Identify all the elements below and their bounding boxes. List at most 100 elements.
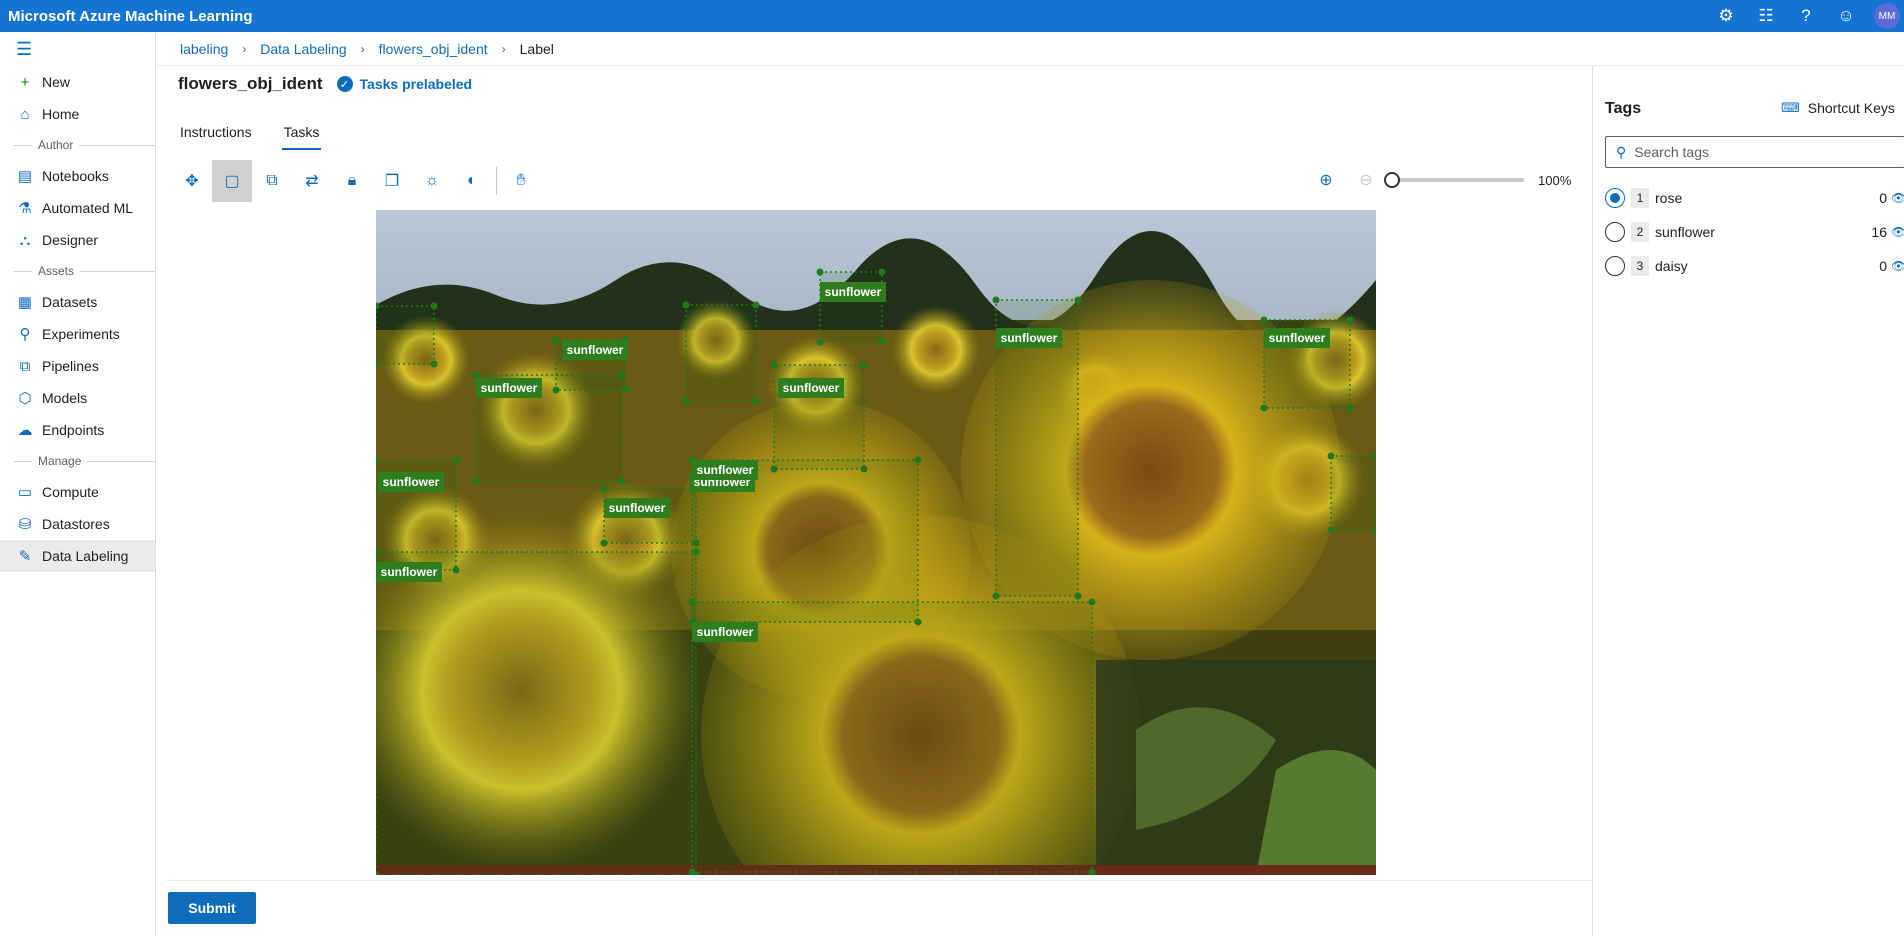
box-handle[interactable] [816, 268, 824, 276]
sidebar-item-endpoints[interactable]: ☁ Endpoints [0, 414, 155, 446]
box-handle[interactable] [860, 361, 868, 369]
box-handle[interactable] [600, 484, 608, 492]
zoom-slider-thumb[interactable] [1384, 172, 1400, 188]
box-handle[interactable] [1260, 316, 1268, 324]
bounding-box[interactable] [685, 304, 757, 402]
box-handle[interactable] [752, 301, 760, 309]
lock-icon[interactable]: 🔒︎ [332, 160, 372, 202]
box-handle[interactable] [1074, 296, 1082, 304]
box-handle[interactable] [552, 386, 560, 394]
tag-row-daisy[interactable]: 3 daisy 0 👁︎ [1605, 252, 1904, 280]
bounding-box[interactable] [691, 601, 1093, 873]
box-handle[interactable] [878, 268, 886, 276]
box-handle[interactable] [472, 371, 480, 379]
brightness-icon[interactable]: ☼ [412, 160, 452, 202]
box-handle[interactable] [1260, 404, 1268, 412]
avatar[interactable]: MM [1874, 3, 1900, 29]
box-handle[interactable] [452, 456, 460, 464]
box-handle[interactable] [552, 336, 560, 344]
sidebar-item-datastores[interactable]: ⛁ Datastores [0, 508, 155, 540]
box-handle[interactable] [914, 456, 922, 464]
submit-button[interactable]: Submit [168, 892, 256, 924]
box-handle[interactable] [682, 397, 690, 405]
pan-hand-icon[interactable]: ✋︎ [501, 160, 541, 202]
box-handle[interactable] [770, 361, 778, 369]
breadcrumb-data-labeling[interactable]: Data Labeling [260, 41, 346, 57]
box-handle[interactable] [692, 548, 700, 556]
box-handle[interactable] [992, 592, 1000, 600]
tag-name: rose [1655, 190, 1683, 206]
eye-icon[interactable]: 👁︎ [1891, 225, 1904, 239]
notes-icon[interactable]: ☷ [1746, 0, 1786, 32]
box-handle[interactable] [472, 477, 480, 485]
box-handle[interactable] [1088, 598, 1096, 606]
sidebar-item-compute[interactable]: ▭ Compute [0, 476, 155, 508]
box-handle[interactable] [430, 302, 438, 310]
box-handle[interactable] [992, 296, 1000, 304]
box-handle[interactable] [1327, 526, 1335, 534]
contrast-icon[interactable]: ◐ [452, 160, 492, 202]
breadcrumb-labeling[interactable]: labeling [180, 41, 228, 57]
sidebar-item-designer[interactable]: ⛬ Designer [0, 224, 155, 256]
image-canvas[interactable]: sunflower sunflower sunflower sunflower sunf… [376, 210, 1376, 875]
box-handle[interactable] [1346, 316, 1354, 324]
gear-icon[interactable]: ⚙ [1706, 0, 1746, 32]
labeling-toolbar: ✥ ▢ ⧉ ⇄ 🔒︎ ❐ ☼ ◐ ✋︎ [172, 160, 541, 202]
eye-icon[interactable]: 👁︎ [1891, 191, 1904, 205]
sidebar-item-experiments[interactable]: ⚲ Experiments [0, 318, 155, 350]
sidebar-item-new[interactable]: + New [0, 66, 155, 98]
tag-row-sunflower[interactable]: 2 sunflower 16 👁︎ [1605, 218, 1904, 246]
feedback-icon[interactable]: ☺ [1826, 0, 1866, 32]
move-icon[interactable]: ✥ [172, 160, 212, 202]
sidebar-item-notebooks[interactable]: ▤ Notebooks [0, 160, 155, 192]
sidebar-item-datasets[interactable]: ▦ Datasets [0, 286, 155, 318]
shortcut-keys-button[interactable]: ⌨ Shortcut Keys [1781, 100, 1895, 116]
sidebar-item-home[interactable]: ⌂ Home [0, 98, 155, 130]
zoom-in-icon[interactable]: ⊕ [1306, 170, 1346, 190]
help-icon[interactable]: ? [1786, 0, 1826, 32]
eye-icon[interactable]: 👁︎ [1891, 259, 1904, 273]
tab-tasks[interactable]: Tasks [281, 120, 322, 150]
sidebar-item-models[interactable]: ⬡ Models [0, 382, 155, 414]
box-handle[interactable] [600, 539, 608, 547]
chevron-right-icon: › [360, 41, 365, 56]
swap-icon[interactable]: ⇄ [292, 160, 332, 202]
box-label: sunflower [1001, 331, 1058, 345]
bounding-box[interactable] [1330, 455, 1376, 531]
tag-row-rose[interactable]: 1 rose 0 👁︎ [1605, 184, 1904, 212]
hamburger-menu-icon[interactable]: ☰ [0, 32, 155, 66]
box-handle[interactable] [752, 397, 760, 405]
chevron-right-icon: › [501, 41, 506, 56]
zoom-slider[interactable] [1384, 172, 1524, 188]
box-handle[interactable] [878, 338, 886, 346]
search-tags-input[interactable]: ⚲ Search tags [1605, 136, 1904, 168]
keyboard-icon: ⌨ [1781, 100, 1800, 115]
sidebar-item-automated-ml[interactable]: ⚗ Automated ML [0, 192, 155, 224]
box-handle[interactable] [622, 386, 630, 394]
tag-radio[interactable] [1605, 222, 1625, 242]
box-handle[interactable] [682, 301, 690, 309]
box-handle[interactable] [430, 360, 438, 368]
tag-radio[interactable] [1605, 188, 1625, 208]
box-label: sunflower [609, 501, 666, 515]
zoom-out-icon[interactable]: ⊖ [1346, 170, 1386, 190]
layers-icon[interactable]: ❐ [372, 160, 412, 202]
box-handle[interactable] [1327, 452, 1335, 460]
dataset-icon: ▦ [17, 294, 33, 311]
top-bar: Microsoft Azure Machine Learning ⚙ ☷ ? ☺… [0, 0, 1904, 32]
bounding-box[interactable] [376, 551, 697, 875]
bounding-box[interactable] [376, 305, 435, 365]
sidebar-item-pipelines[interactable]: ⧉ Pipelines [0, 350, 155, 382]
box-handle[interactable] [1074, 592, 1082, 600]
box-handle[interactable] [688, 598, 696, 606]
copy-icon[interactable]: ⧉ [252, 160, 292, 202]
app-title[interactable]: Microsoft Azure Machine Learning [0, 8, 1706, 25]
rectangle-icon[interactable]: ▢ [212, 160, 252, 202]
sidebar-item-data-labeling[interactable]: ✎ Data Labeling [0, 540, 155, 572]
box-handle[interactable] [618, 477, 626, 485]
box-handle[interactable] [816, 338, 824, 346]
tag-radio[interactable] [1605, 256, 1625, 276]
tab-instructions[interactable]: Instructions [178, 120, 254, 150]
breadcrumb-project[interactable]: flowers_obj_ident [379, 41, 488, 57]
box-handle[interactable] [1346, 404, 1354, 412]
